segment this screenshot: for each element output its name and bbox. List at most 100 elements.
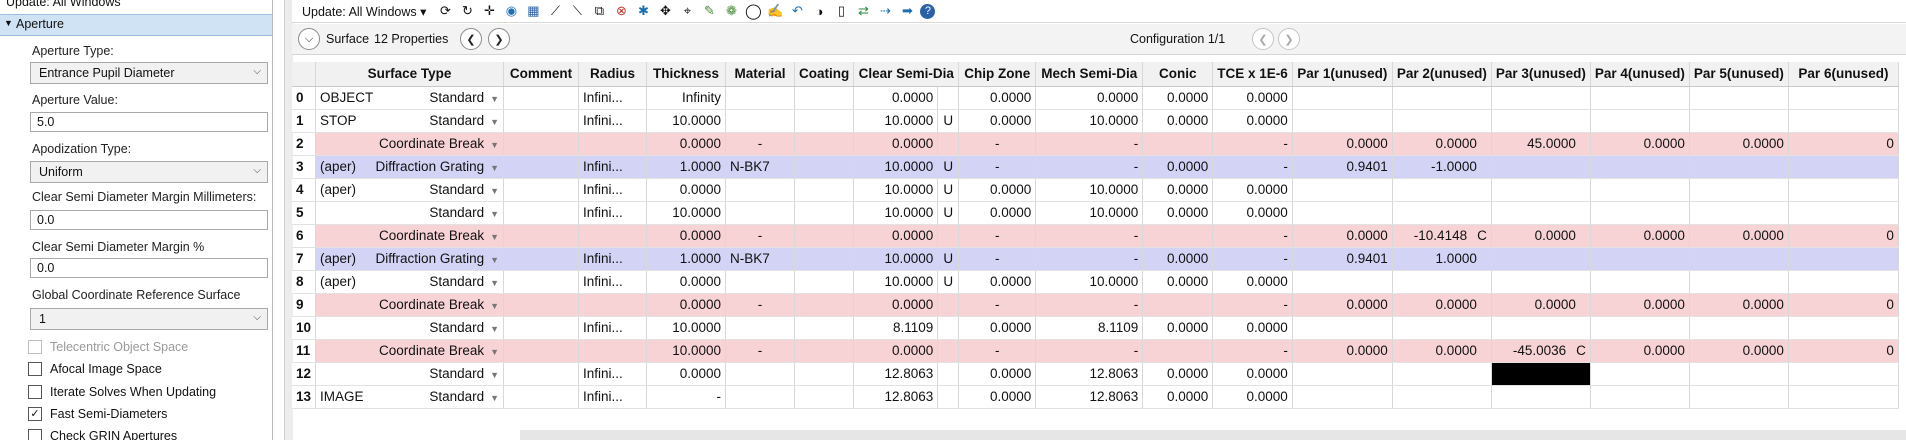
par2-cell[interactable]: 0.0000 — [1392, 339, 1492, 363]
comment-cell[interactable] — [503, 86, 580, 110]
par3-cell[interactable] — [1491, 362, 1591, 386]
surface-type-cell[interactable]: Coordinate Break ▼ — [315, 339, 505, 363]
chip-zone-cell[interactable]: 0.0000 — [958, 385, 1037, 409]
par5-cell[interactable] — [1689, 178, 1789, 202]
material-cell[interactable] — [725, 316, 796, 340]
row-number[interactable]: 9 — [292, 293, 317, 317]
par1-cell[interactable] — [1292, 178, 1393, 202]
conic-cell[interactable]: 0.0000 — [1142, 201, 1214, 225]
par5-cell[interactable]: 0.0000 — [1689, 293, 1789, 317]
col-header-par2[interactable]: Par 2(unused) — [1392, 62, 1492, 87]
coating-cell[interactable] — [794, 155, 855, 179]
tce-cell[interactable]: 0.0000 — [1212, 109, 1293, 133]
chip-zone-cell[interactable]: - — [958, 132, 1037, 156]
surface-type-cell[interactable]: IMAGE Standard ▼ — [315, 385, 505, 409]
table-row[interactable]: 2 Coordinate Break ▼ 0.0000-0.0000- - -0.0000… — [292, 132, 1899, 156]
horizontal-scrollbar[interactable] — [520, 430, 1906, 440]
par6-cell[interactable] — [1788, 86, 1899, 110]
csd-margin-mm-input[interactable]: 0.0 — [30, 210, 268, 230]
material-cell[interactable]: - — [725, 224, 796, 248]
clear-semi-dia-cell[interactable]: 10.0000 — [853, 178, 939, 202]
tool-f-icon[interactable]: ✥ — [656, 2, 674, 20]
par1-cell[interactable]: 0.0000 — [1292, 339, 1393, 363]
par4-cell[interactable] — [1590, 109, 1690, 133]
dropdown-arrow-icon[interactable]: ▼ — [490, 186, 499, 196]
par5-cell[interactable] — [1689, 362, 1789, 386]
fast-semi-diameters-checkbox[interactable]: ✓ Fast Semi-Diameters — [28, 407, 167, 421]
coating-cell[interactable] — [794, 86, 855, 110]
material-cell[interactable] — [725, 270, 796, 294]
par6-cell[interactable] — [1788, 178, 1899, 202]
comment-cell[interactable] — [503, 224, 580, 248]
dropdown-arrow-icon[interactable]: ▼ — [490, 209, 499, 219]
clear-semi-dia-cell[interactable]: 10.0000 — [853, 201, 939, 225]
mech-semi-dia-cell[interactable]: - — [1035, 293, 1144, 317]
coating-cell[interactable] — [794, 385, 855, 409]
table-row[interactable]: 12 Standard ▼ Infini... 0.0000 12.8063 0.0000 1… — [292, 362, 1899, 386]
par2-cell[interactable]: 1.0000 — [1392, 247, 1492, 271]
tce-cell[interactable]: - — [1212, 247, 1293, 271]
col-header-conic[interactable]: Conic — [1142, 62, 1214, 87]
par3-cell[interactable]: 0.0000 — [1491, 293, 1591, 317]
row-number[interactable]: 1 — [292, 109, 317, 133]
comment-cell[interactable] — [503, 339, 580, 363]
par6-cell[interactable] — [1788, 109, 1899, 133]
clear-semi-dia-cell[interactable]: 12.8063 — [853, 385, 939, 409]
dropdown-arrow-icon[interactable]: ▼ — [490, 232, 499, 242]
clear-semi-dia-solve[interactable] — [937, 132, 960, 156]
par1-cell[interactable] — [1292, 86, 1393, 110]
par2-cell[interactable]: -10.4148 C — [1392, 224, 1492, 248]
par6-cell[interactable] — [1788, 362, 1899, 386]
conic-cell[interactable]: 0.0000 — [1142, 270, 1214, 294]
table-row[interactable]: 8 (aper) Standard ▼ Infini... 0.0000 10.0000 U 0… — [292, 270, 1899, 294]
tce-cell[interactable]: 0.0000 — [1212, 86, 1293, 110]
table-row[interactable]: 13 IMAGE Standard ▼ Infini... -12.8063 0.0000 1… — [292, 385, 1899, 409]
mech-semi-dia-cell[interactable]: 10.0000 — [1035, 109, 1144, 133]
radius-cell[interactable] — [578, 293, 648, 317]
table-row[interactable]: 11 Coordinate Break ▼ 10.0000-0.0000- - -0.00… — [292, 339, 1899, 363]
pen-icon[interactable]: ✍ — [766, 2, 784, 20]
surface-type-cell[interactable]: (aper) Diffraction Grating ▼ — [315, 155, 505, 179]
table-row[interactable]: 1 STOP Standard ▼ Infini... 10.0000 10.0000 U 0.… — [292, 109, 1899, 133]
mech-semi-dia-cell[interactable]: 0.0000 — [1035, 86, 1144, 110]
thickness-cell[interactable]: 0.0000 — [646, 178, 727, 202]
par4-cell[interactable] — [1590, 316, 1690, 340]
par5-cell[interactable]: 0.0000 — [1689, 339, 1789, 363]
coating-cell[interactable] — [794, 201, 855, 225]
par6-cell[interactable] — [1788, 316, 1899, 340]
par2-cell[interactable]: 0.0000 — [1392, 293, 1492, 317]
par4-cell[interactable] — [1590, 385, 1690, 409]
clear-semi-dia-cell[interactable]: 0.0000 — [853, 339, 939, 363]
surface-type-cell[interactable]: (aper) Diffraction Grating ▼ — [315, 247, 505, 271]
par4-cell[interactable] — [1590, 201, 1690, 225]
clear-semi-dia-solve[interactable]: U — [937, 201, 960, 225]
conic-cell[interactable] — [1142, 224, 1214, 248]
tce-cell[interactable]: - — [1212, 155, 1293, 179]
conic-cell[interactable]: 0.0000 — [1142, 86, 1214, 110]
table-row[interactable]: 7 (aper) Diffraction Grating ▼ Infini... 1.00… — [292, 247, 1899, 271]
par4-cell[interactable]: 0.0000 — [1590, 339, 1690, 363]
comment-cell[interactable] — [503, 109, 580, 133]
dropdown-arrow-icon[interactable]: ▼ — [490, 94, 499, 104]
par4-cell[interactable] — [1590, 178, 1690, 202]
mech-semi-dia-cell[interactable]: 12.8063 — [1035, 385, 1144, 409]
radius-cell[interactable]: Infini... — [578, 178, 648, 202]
afocal-checkbox[interactable]: Afocal Image Space — [28, 362, 162, 376]
thickness-cell[interactable]: 0.0000 — [646, 293, 727, 317]
clear-semi-dia-solve[interactable]: U — [937, 178, 960, 202]
row-number[interactable]: 12 — [292, 362, 317, 386]
col-header-surface-type[interactable]: Surface Type — [315, 62, 505, 87]
par2-cell[interactable] — [1392, 178, 1492, 202]
par6-cell[interactable] — [1788, 247, 1899, 271]
conic-cell[interactable] — [1142, 132, 1214, 156]
material-cell[interactable]: N-BK7 — [725, 155, 796, 179]
thickness-cell[interactable]: 1.0000 — [646, 155, 727, 179]
tce-cell[interactable]: 0.0000 — [1212, 201, 1293, 225]
par2-cell[interactable] — [1392, 86, 1492, 110]
par3-cell[interactable] — [1491, 316, 1591, 340]
thickness-cell[interactable]: 10.0000 — [646, 316, 727, 340]
dots-arrow-icon[interactable]: ⇢ — [876, 2, 894, 20]
thickness-cell[interactable]: Infinity — [646, 86, 727, 110]
radius-cell[interactable]: Infini... — [578, 247, 648, 271]
par3-cell[interactable] — [1491, 247, 1591, 271]
